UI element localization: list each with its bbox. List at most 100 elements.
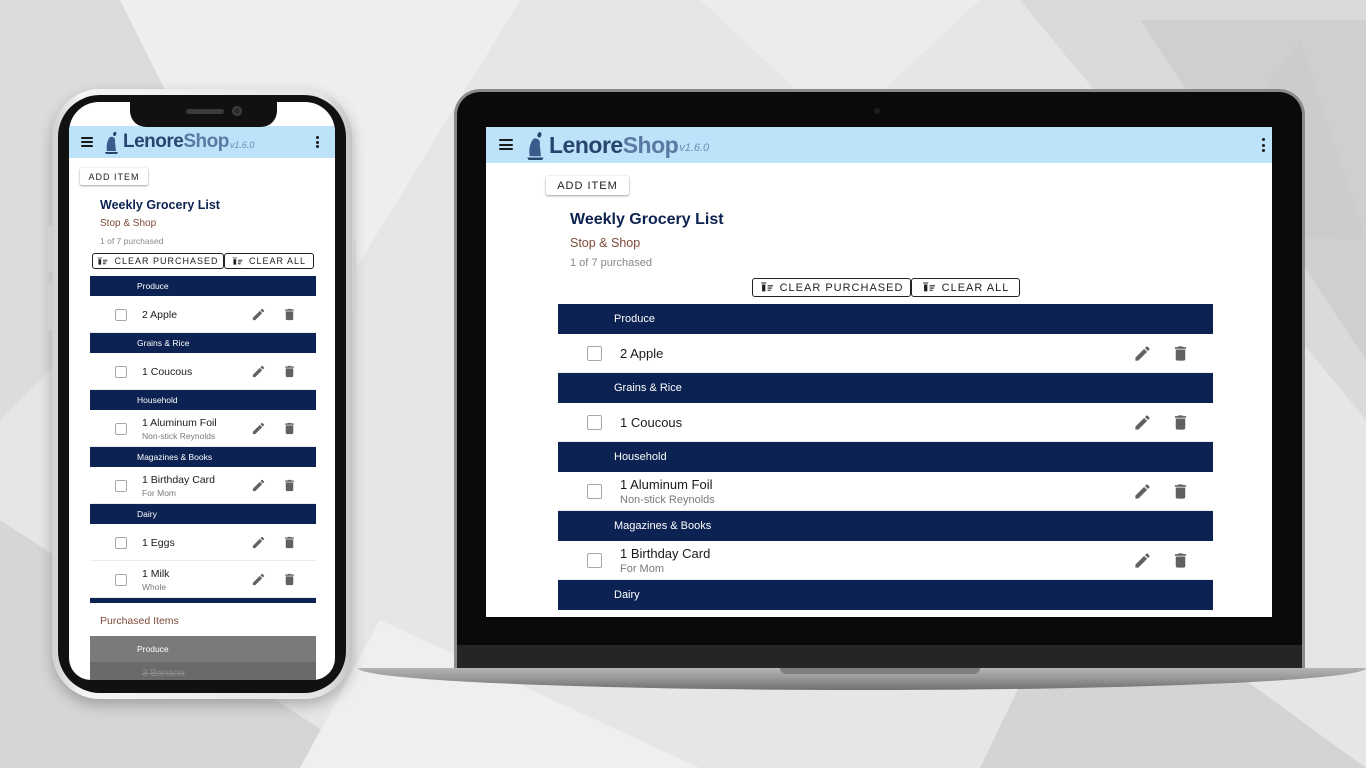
category-header: Dairy [90,504,316,524]
store-name: Stop & Shop [100,218,157,229]
edit-pencil-icon[interactable] [251,364,266,379]
purchased-item-row[interactable]: 3 Banana [90,662,316,680]
laptop-screen: Lenore Shop v1.6.0 ADD ITEM Weekly Groce… [486,127,1272,617]
list-item[interactable]: 1 Birthday Card For Mom [90,467,316,504]
list-item[interactable]: 1 Coucous [558,403,1213,442]
delete-trash-icon[interactable] [1171,551,1190,570]
delete-trash-icon[interactable] [1171,344,1190,363]
phone-volume-up [48,225,52,273]
edit-pencil-icon[interactable] [1133,413,1152,432]
menu-icon[interactable] [499,139,513,150]
list-item[interactable]: 1 Aluminum Foil Non-stick Reynolds [558,472,1213,511]
clear-purchased-button[interactable]: CLEAR PURCHASED [752,278,911,297]
list-title: Weekly Grocery List [100,198,220,212]
more-vert-icon[interactable] [1262,138,1265,152]
item-checkbox[interactable] [587,415,602,430]
delete-sweep-icon [232,256,243,265]
app-bar: Lenore Shop v1.6.0 [486,127,1272,163]
add-item-button[interactable]: ADD ITEM [80,168,148,185]
item-checkbox[interactable] [587,346,602,361]
edit-pencil-icon[interactable] [251,421,266,436]
delete-trash-icon[interactable] [282,535,297,550]
category-label: Grains & Rice [137,338,190,348]
item-name: 1 Coucous [142,365,193,378]
app-bar: Lenore Shop v1.6.0 [69,126,335,158]
logo-text-main: Lenore [123,131,184,152]
clear-all-button[interactable]: CLEAR ALL [224,253,314,269]
category-header: Grains & Rice [558,373,1213,403]
item-checkbox[interactable] [115,308,127,321]
list-item[interactable]: 1 Milk Whole [90,561,316,598]
item-checkbox[interactable] [115,536,127,549]
category-header: Produce [558,304,1213,334]
list-end-bar [90,598,316,603]
more-vert-icon[interactable] [316,136,319,148]
category-header: Magazines & Books [90,447,316,467]
purchased-item-name: 3 Banana [142,668,185,679]
category-header: Dairy [558,580,1213,610]
list-item[interactable]: 1 Eggs [90,524,316,561]
item-note: Whole [142,581,167,592]
edit-pencil-icon[interactable] [251,572,266,587]
purchased-heading: Purchased Items [100,615,179,627]
edit-pencil-icon[interactable] [251,307,266,322]
item-checkbox[interactable] [115,422,127,435]
store-name: Stop & Shop [570,236,641,250]
laptop-bezel [457,645,1302,669]
add-item-button[interactable]: ADD ITEM [546,176,629,195]
edit-pencil-icon[interactable] [1133,482,1152,501]
edit-pencil-icon[interactable] [251,535,266,550]
list-item[interactable]: 2 Apple [558,334,1213,373]
list-item[interactable]: 1 Aluminum Foil Non-stick Reynolds [90,410,316,447]
app-logo[interactable]: Lenore Shop v1.6.0 [526,129,709,161]
edit-pencil-icon[interactable] [1133,551,1152,570]
purchased-category-label: Produce [137,644,169,654]
phone-power-button [352,240,356,312]
item-name: 1 Aluminum Foil [620,477,713,492]
list-item[interactable]: 2 Apple [90,296,316,333]
delete-sweep-icon [922,282,935,292]
item-checkbox[interactable] [587,484,602,499]
delete-trash-icon[interactable] [1171,482,1190,501]
version-label: v1.6.0 [229,139,255,150]
delete-trash-icon[interactable] [282,364,297,379]
logo-text-main: Lenore [549,131,623,158]
list-item[interactable]: 1 Eggs [558,610,1213,617]
app-logo[interactable]: Lenore Shop v1.6.0 [104,129,254,155]
clear-purchased-button[interactable]: CLEAR PURCHASED [92,253,224,269]
item-name: 1 Eggs [142,536,175,549]
edit-pencil-icon[interactable] [251,478,266,493]
list-item[interactable]: 1 Birthday Card For Mom [558,541,1213,580]
item-checkbox[interactable] [115,573,127,586]
delete-trash-icon[interactable] [282,572,297,587]
item-checkbox[interactable] [115,479,127,492]
item-note: Non-stick Reynolds [620,494,715,506]
laptop-hinge [780,668,980,674]
delete-trash-icon[interactable] [282,421,297,436]
edit-pencil-icon[interactable] [1133,344,1152,363]
category-label: Produce [614,313,655,325]
delete-sweep-icon [98,256,108,265]
phone-screen: Lenore Shop v1.6.0 ADD ITEM Weekly Groce… [69,102,335,680]
list-item[interactable]: 1 Coucous [90,353,316,390]
delete-trash-icon[interactable] [282,478,297,493]
category-label: Household [137,395,178,405]
item-note: For Mom [142,487,176,498]
clear-all-label: CLEAR ALL [941,281,1010,294]
item-name: 1 Milk [142,567,170,580]
delete-trash-icon[interactable] [282,307,297,322]
category-header: Magazines & Books [558,511,1213,541]
phone-volume-down [48,283,52,331]
item-note: Non-stick Reynolds [142,430,216,441]
delete-trash-icon[interactable] [1171,413,1190,432]
category-label: Magazines & Books [137,452,213,462]
item-checkbox[interactable] [115,365,127,378]
phone-camera [232,106,242,116]
category-header: Household [558,442,1213,472]
menu-icon[interactable] [81,137,93,147]
category-label: Grains & Rice [614,382,682,394]
clear-all-button[interactable]: CLEAR ALL [911,278,1020,297]
purchased-count: 1 of 7 purchased [100,236,164,246]
item-checkbox[interactable] [587,553,602,568]
category-label: Produce [137,281,169,291]
